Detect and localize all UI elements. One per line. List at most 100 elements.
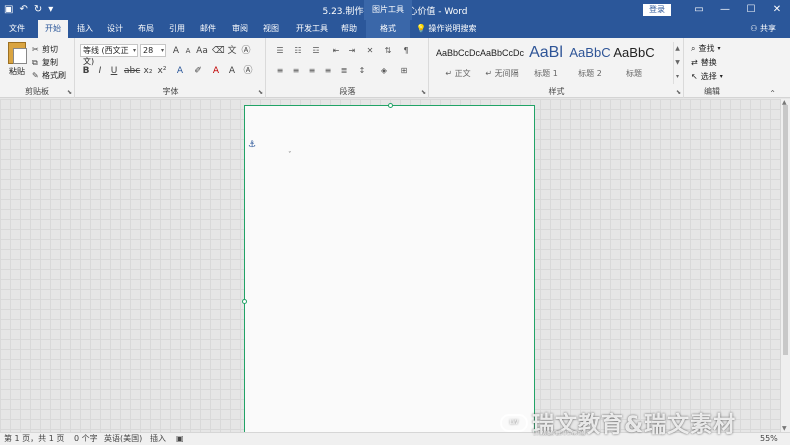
chevron-down-icon[interactable]: ▼ <box>674 56 681 70</box>
tab-insert[interactable]: 插入 <box>72 20 98 38</box>
dialog-launcher-icon[interactable]: ⬊ <box>421 89 426 96</box>
numbering-icon[interactable]: ☷ <box>291 45 305 57</box>
shading-icon[interactable]: ◈ <box>377 65 391 77</box>
tab-view[interactable]: 视图 <box>258 20 284 38</box>
style-sample: AaBbC <box>569 45 611 60</box>
tab-help[interactable]: 帮助 <box>336 20 362 38</box>
style-heading-1[interactable]: AaBl 标题 1 <box>524 42 568 84</box>
anchor-icon[interactable]: ⚓ <box>248 140 256 150</box>
document-canvas[interactable]: ⚓ ˇ ⌃ <box>0 89 780 435</box>
insert-mode[interactable]: 插入 <box>150 433 166 445</box>
line-spacing-icon[interactable]: ↕ <box>355 65 369 77</box>
share-button[interactable]: ⚇ 共享 <box>750 20 776 38</box>
align-center-icon[interactable]: ≡ <box>289 65 303 77</box>
style-heading-2[interactable]: AaBbC 标题 2 <box>568 42 612 84</box>
page-count[interactable]: 第 1 页，共 1 页 <box>4 433 64 445</box>
dialog-launcher-icon[interactable]: ⬊ <box>67 89 72 96</box>
multilevel-list-icon[interactable]: ☲ <box>309 45 323 57</box>
style-name: 标题 <box>626 69 642 78</box>
grow-font-icon[interactable]: A <box>170 45 182 57</box>
word-count[interactable]: 0 个字 <box>74 433 98 445</box>
find-label: 查找 <box>698 44 715 53</box>
tab-layout[interactable]: 布局 <box>133 20 159 38</box>
borders-icon[interactable]: ⊞ <box>397 65 411 77</box>
subscript-icon[interactable]: x₂ <box>142 65 154 77</box>
enclose-characters-icon[interactable]: Ⓐ <box>240 45 252 57</box>
underline-icon[interactable]: U <box>108 65 120 77</box>
format-painter-button[interactable]: ✎ 格式刷 <box>32 70 66 81</box>
justify-icon[interactable]: ≡ <box>321 65 335 77</box>
dialog-launcher-icon[interactable]: ⬊ <box>676 89 681 96</box>
tell-me-search[interactable]: 💡 操作说明搜索 <box>416 20 477 38</box>
chevron-down-icon: ▾ <box>132 47 136 54</box>
login-button[interactable]: 登录 <box>643 4 671 16</box>
ribbon-tabs: 文件 开始 插入 设计 布局 引用 邮件 审阅 视图 开发工具 帮助 格式 💡 … <box>0 20 790 38</box>
watermark-subtext: LUI WEN EDUCATION <box>533 431 586 437</box>
maximize-icon[interactable]: ☐ <box>738 0 764 20</box>
tab-review[interactable]: 审阅 <box>227 20 253 38</box>
style-normal[interactable]: AaBbCcDc ↵ 正文 <box>436 42 480 84</box>
chinese-layout-icon[interactable]: ✕ <box>363 45 377 57</box>
tab-references[interactable]: 引用 <box>164 20 190 38</box>
find-button[interactable]: ⌕ 查找 ▾ <box>691 43 721 54</box>
zoom-level[interactable]: 55% <box>760 433 778 445</box>
scroll-down-icon[interactable]: ▼ <box>782 425 787 432</box>
replace-button[interactable]: ⇄ 替换 <box>691 57 717 68</box>
tab-picture-format[interactable]: 格式 <box>366 20 410 38</box>
chevron-up-icon[interactable]: ▲ <box>674 42 681 56</box>
decrease-indent-icon[interactable]: ⇤ <box>329 45 343 57</box>
tab-mailings[interactable]: 邮件 <box>195 20 221 38</box>
more-icon[interactable]: ▾ <box>674 70 681 84</box>
font-color-icon[interactable]: A <box>210 65 222 77</box>
person-icon: ⚇ <box>750 24 758 33</box>
bullets-icon[interactable]: ☰ <box>273 45 287 57</box>
resize-handle-top[interactable] <box>388 103 393 108</box>
align-right-icon[interactable]: ≡ <box>305 65 319 77</box>
paste-button[interactable]: 粘贴 <box>6 42 28 77</box>
tab-design[interactable]: 设计 <box>102 20 128 38</box>
styles-scroll[interactable]: ▲ ▼ ▾ <box>673 42 681 84</box>
collapse-ribbon-icon[interactable]: ⌃ <box>769 89 776 98</box>
document-page[interactable]: ⚓ ˇ <box>242 103 535 435</box>
ribbon-display-icon[interactable]: ▭ <box>686 0 712 20</box>
tab-developer[interactable]: 开发工具 <box>292 20 332 38</box>
title-bar: ▣ ↶ ↻ ▾ 5.23.制作社会主义核心价值 - Word 图片工具 登录 ▭… <box>0 0 790 20</box>
distribute-icon[interactable]: ≣ <box>337 65 351 77</box>
italic-icon[interactable]: I <box>94 65 106 77</box>
increase-indent-icon[interactable]: ⇥ <box>345 45 359 57</box>
copy-button[interactable]: ⧉ 复制 <box>32 57 58 68</box>
minimize-icon[interactable]: — <box>712 0 738 20</box>
language-indicator[interactable]: 英语(美国) <box>104 433 142 445</box>
contextual-tool-label: 图片工具 <box>364 0 412 20</box>
cursor-icon: ↖ <box>691 72 698 81</box>
style-no-spacing[interactable]: AaBbCcDc ↵ 无间隔 <box>480 42 524 84</box>
sort-icon[interactable]: ⇅ <box>381 45 395 57</box>
text-effects-icon[interactable]: A <box>174 65 186 77</box>
bold-icon[interactable]: B <box>80 65 92 77</box>
tab-file[interactable]: 文件 <box>2 20 32 38</box>
highlight-color-icon[interactable]: ✐ <box>192 65 204 77</box>
shrink-font-icon[interactable]: A <box>182 45 194 57</box>
close-icon[interactable]: ✕ <box>764 0 790 20</box>
style-title[interactable]: AaBbC 标题 <box>612 42 656 84</box>
phonetic-guide-icon[interactable]: 文 <box>226 45 238 57</box>
align-left-icon[interactable]: ≡ <box>273 65 287 77</box>
dialog-launcher-icon[interactable]: ⬊ <box>258 89 263 96</box>
macro-record-icon[interactable]: ▣ <box>176 433 184 445</box>
character-shading-icon[interactable]: A <box>226 65 238 77</box>
superscript-icon[interactable]: x² <box>156 65 168 77</box>
resize-handle-left[interactable] <box>242 299 247 304</box>
tab-home[interactable]: 开始 <box>38 20 68 38</box>
strikethrough-icon[interactable]: abc <box>124 65 140 77</box>
clear-formatting-icon[interactable]: ⌫ <box>212 45 225 57</box>
select-button[interactable]: ↖ 选择 ▾ <box>691 71 723 82</box>
cut-button[interactable]: ✂ 剪切 <box>32 44 58 55</box>
font-size-box[interactable]: 28 ▾ <box>140 44 166 57</box>
change-case-icon[interactable]: Aa <box>196 45 208 57</box>
show-marks-icon[interactable]: ¶ <box>399 45 413 57</box>
scrollbar-thumb[interactable] <box>783 105 788 355</box>
vertical-scrollbar[interactable]: ▲ ▼ <box>780 99 790 432</box>
font-name-box[interactable]: 等线 (西文正文) ▾ <box>80 44 138 66</box>
character-border-icon[interactable]: Ⓐ <box>242 65 254 77</box>
chevron-down-icon: ▾ <box>717 45 721 52</box>
